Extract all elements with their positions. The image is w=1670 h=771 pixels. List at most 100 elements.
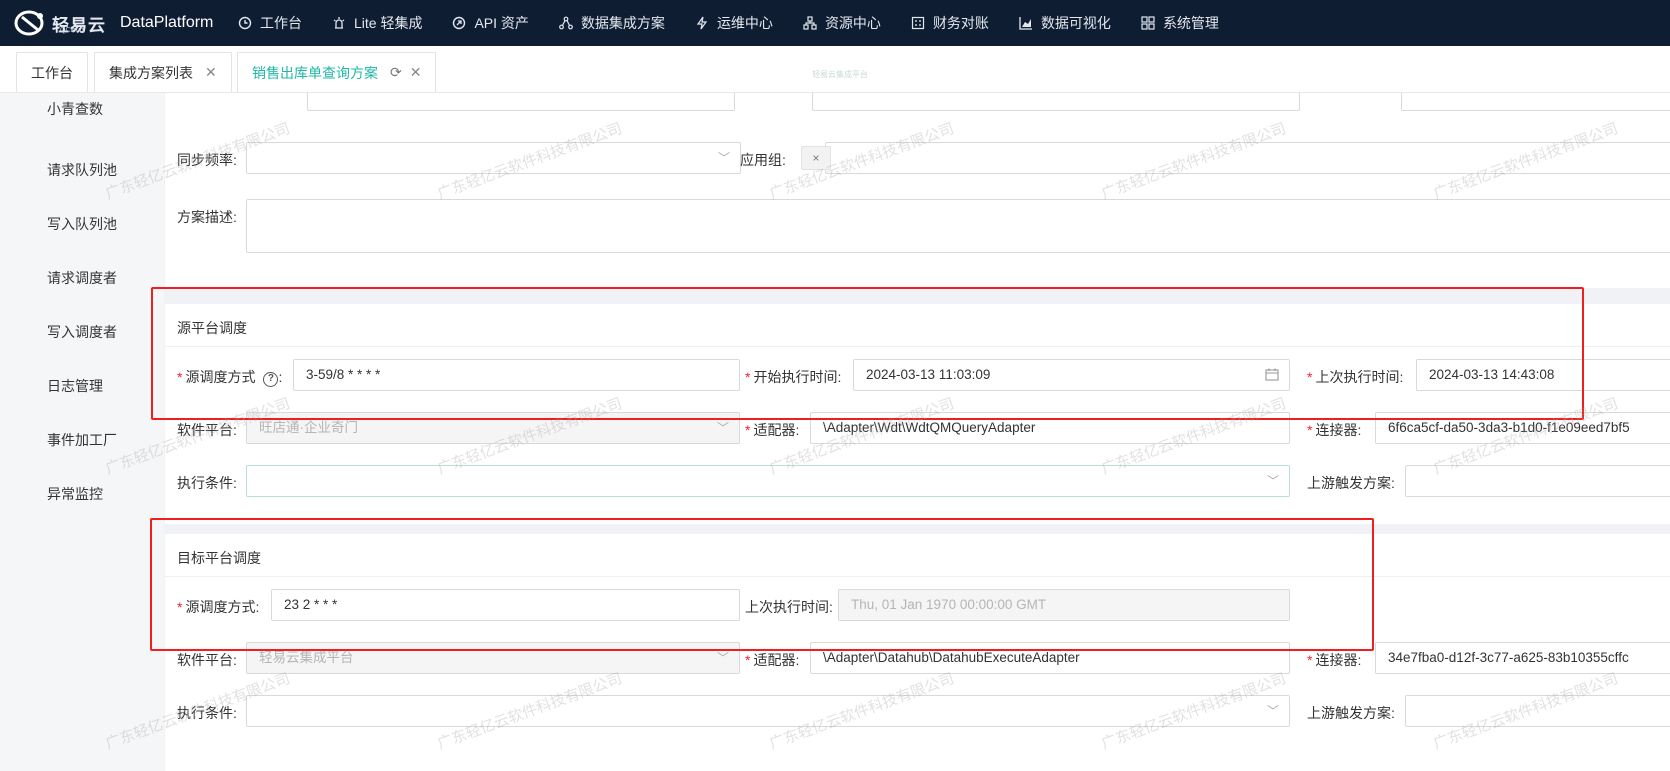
source-schedule-label: * 源调度方式?: <box>177 369 283 387</box>
nav-dashboard[interactable]: 工作台 <box>222 0 316 46</box>
sync-freq-select[interactable]: ﹀ <box>246 142 741 174</box>
desc-textarea[interactable] <box>246 199 1670 253</box>
app-group-tag[interactable]: × <box>801 146 831 170</box>
source-adapter-label: * 适配器: <box>745 422 800 438</box>
sidebar-item-request-scheduler[interactable]: 请求调度者 <box>47 268 117 288</box>
app-group-select[interactable] <box>825 142 1670 174</box>
target-schedule-label: * 源调度方式: <box>177 599 260 615</box>
source-platform-label: 软件平台: <box>177 422 237 438</box>
tab-dashboard[interactable]: 工作台 <box>16 52 88 92</box>
basic-info-card: 同步频率: ﹀ 应用组: × 方案描述: <box>165 93 1670 288</box>
sidebar-item-write-scheduler[interactable]: 写入调度者 <box>47 322 117 342</box>
ops-icon <box>696 16 708 30</box>
partial-field-1[interactable] <box>307 93 735 111</box>
tab-bar: 工作台 集成方案列表 ✕ 销售出库单查询方案 ⟳ ✕ 轻易云集成平台 <box>0 46 1670 93</box>
desc-label: 方案描述: <box>177 209 237 225</box>
dashboard-icon <box>238 16 252 30</box>
chevron-down-icon: ﹀ <box>717 151 730 165</box>
source-upstream-select[interactable] <box>1405 465 1670 497</box>
target-last-time-input: Thu, 01 Jan 1970 00:00:00 GMT <box>838 589 1290 621</box>
sidebar-item-log[interactable]: 日志管理 <box>47 376 103 396</box>
sidebar-item-query[interactable]: 小青查数 <box>47 99 103 119</box>
tab-integration-list[interactable]: 集成方案列表 ✕ <box>94 52 232 92</box>
nav-label: 数据集成方案 <box>580 15 665 31</box>
target-section-title: 目标平台调度 <box>177 550 261 566</box>
nav-label: 数据可视化 <box>1040 15 1111 31</box>
calendar-icon[interactable] <box>1265 368 1279 381</box>
source-connector-label: * 连接器: <box>1307 422 1362 438</box>
refresh-icon[interactable]: ⟳ <box>390 64 402 81</box>
nav-api[interactable]: API 资产 <box>436 0 542 46</box>
source-schedule-card: 源平台调度 * 源调度方式?: 3-59/8 * * * * * 开始执行时间: 2… <box>165 304 1670 524</box>
close-icon[interactable]: ✕ <box>410 64 422 81</box>
partial-field-3[interactable] <box>1401 93 1670 111</box>
target-last-time-label: 上次执行时间: <box>745 599 833 615</box>
source-adapter-input[interactable]: \Adapter\Wdt\WdtQMQueryAdapter <box>810 412 1290 444</box>
start-time-value: 2024-03-13 11:03:09 <box>866 367 991 382</box>
nav-settings[interactable]: 系统管理 <box>1125 0 1233 46</box>
nav-lite[interactable]: Lite 轻集成 <box>316 0 436 46</box>
app-group-label: 应用组: <box>740 152 786 168</box>
source-condition-label: 执行条件: <box>177 475 237 491</box>
sidebar-item-event[interactable]: 事件加工厂 <box>47 430 117 450</box>
source-section-title: 源平台调度 <box>177 320 247 336</box>
top-nav: 轻易云 QCloud DataPlatform 工作台 Lite 轻集成 API… <box>0 0 1670 46</box>
target-adapter-input[interactable]: \Adapter\Datahub\DatahubExecuteAdapter <box>810 642 1290 674</box>
source-condition-select[interactable]: ﹀ <box>246 465 1290 497</box>
nav-finance[interactable]: 财务对账 <box>895 0 1003 46</box>
resource-icon <box>803 16 817 30</box>
nav-ops[interactable]: 运维中心 <box>679 0 787 46</box>
close-icon[interactable]: ✕ <box>205 64 217 81</box>
nav-label: 资源中心 <box>824 15 881 31</box>
nav-chart[interactable]: 数据可视化 <box>1003 0 1125 46</box>
sidebar-item-monitor[interactable]: 异常监控 <box>47 484 103 504</box>
source-connector-input[interactable]: 6f6ca5cf-da50-3da3-b1d0-f1e09eed7bf5 <box>1375 412 1670 444</box>
chevron-down-icon: ﹀ <box>716 421 729 435</box>
sidebar-item-request-queue[interactable]: 请求队列池 <box>47 160 117 180</box>
start-time-picker[interactable]: 2024-03-13 11:03:09 <box>853 359 1290 391</box>
logo-icon <box>14 10 44 36</box>
nav-resource[interactable]: 资源中心 <box>787 0 895 46</box>
target-upstream-select[interactable] <box>1405 695 1670 727</box>
brand[interactable]: 轻易云 QCloud DataPlatform <box>0 8 222 38</box>
integration-icon <box>559 16 573 30</box>
target-upstream-label: 上游触发方案: <box>1307 705 1395 721</box>
tab-sales-outbound[interactable]: 销售出库单查询方案 ⟳ ✕ <box>237 52 437 92</box>
api-icon <box>453 16 466 30</box>
source-platform-select: 旺店通·企业奇门 ﹀ <box>246 412 740 444</box>
target-condition-label: 执行条件: <box>177 705 237 721</box>
nav-integration[interactable]: 数据集成方案 <box>543 0 679 46</box>
nav-label: 工作台 <box>260 15 302 31</box>
target-condition-select[interactable]: ﹀ <box>246 695 1290 727</box>
chevron-down-icon: ﹀ <box>1266 704 1279 718</box>
sync-freq-label: 同步频率: <box>177 152 237 168</box>
brand-sub: QCloud <box>60 27 84 34</box>
nav-label: 财务对账 <box>932 15 989 31</box>
question-icon[interactable]: ? <box>263 372 279 387</box>
chevron-down-icon: ﹀ <box>1266 474 1279 488</box>
source-platform-value: 旺店通·企业奇门 <box>259 420 358 435</box>
tab-label: 工作台 <box>31 64 73 81</box>
sidebar: 小青查数 请求队列池 写入队列池 请求调度者 写入调度者 日志管理 事件加工厂 … <box>0 93 164 771</box>
source-upstream-label: 上游触发方案: <box>1307 475 1395 491</box>
target-connector-input[interactable]: 34e7fba0-d12f-3c77-a625-83b10355cffc <box>1375 642 1670 674</box>
sidebar-item-write-queue[interactable]: 写入队列池 <box>47 214 117 234</box>
target-schedule-input[interactable]: 23 2 * * * <box>271 589 740 621</box>
last-time-label: * 上次执行时间: <box>1307 369 1404 385</box>
target-platform-label: 软件平台: <box>177 652 237 668</box>
partial-field-2[interactable] <box>812 93 1300 111</box>
tab-label: 集成方案列表 <box>109 64 193 81</box>
nav-label: 系统管理 <box>1162 15 1219 31</box>
finance-icon <box>911 16 925 30</box>
tab-hint: 轻易云集成平台 <box>812 70 868 79</box>
main-content: 同步频率: ﹀ 应用组: × 方案描述: 源平台调度 * 源调度方式?: 3-59… <box>165 93 1670 771</box>
settings-icon <box>1141 16 1155 30</box>
target-adapter-label: * 适配器: <box>745 652 800 668</box>
target-schedule-card: 目标平台调度 * 源调度方式: 23 2 * * * 上次执行时间: Thu, 0… <box>165 534 1670 771</box>
tab-label: 销售出库单查询方案 <box>252 64 378 81</box>
source-last-time-input[interactable]: 2024-03-13 14:43:08 <box>1416 359 1670 391</box>
source-schedule-input[interactable]: 3-59/8 * * * * <box>293 359 740 391</box>
nav-label: API 资产 <box>474 15 529 31</box>
target-platform-value: 轻易云集成平台 <box>259 650 354 665</box>
divider <box>165 346 1670 347</box>
